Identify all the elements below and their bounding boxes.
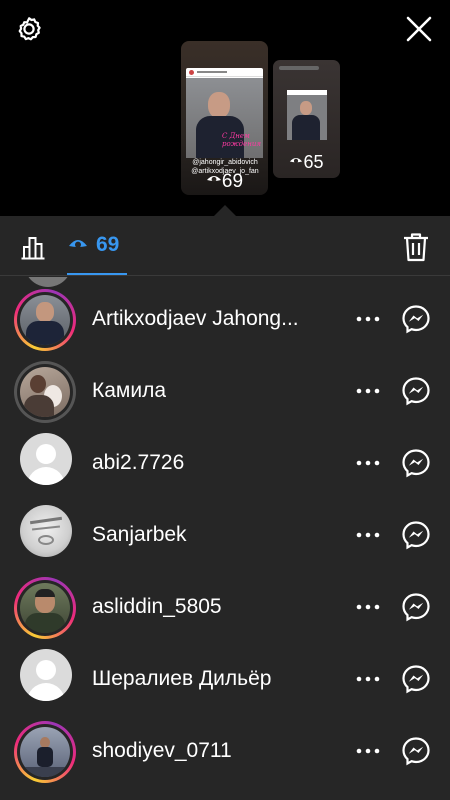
viewer-username[interactable]: Artikxodjaev Jahong... bbox=[92, 283, 299, 355]
viewer-row[interactable]: asliddin_5805 bbox=[0, 571, 450, 643]
more-icon[interactable] bbox=[355, 384, 381, 398]
sheet-tabs: 69 bbox=[0, 216, 450, 276]
story-photo: С Днем рождения bbox=[186, 78, 263, 158]
stories-strip: С Днем рождения @jahongir_abidovich @art… bbox=[0, 0, 450, 216]
default-avatar[interactable] bbox=[20, 649, 72, 701]
more-icon[interactable] bbox=[355, 744, 381, 758]
avatar[interactable] bbox=[20, 367, 70, 417]
insights-icon[interactable] bbox=[20, 234, 46, 260]
more-icon[interactable] bbox=[355, 528, 381, 542]
viewer-username[interactable]: Sanjarbek bbox=[92, 499, 187, 571]
viewer-row[interactable]: Камила bbox=[0, 355, 450, 427]
viewer-username[interactable]: asliddin_5805 bbox=[92, 571, 222, 643]
viewer-username[interactable]: shodiyev_0711 bbox=[92, 715, 232, 787]
messenger-icon[interactable] bbox=[401, 304, 431, 334]
viewer-username[interactable]: abi2.7726 bbox=[92, 427, 184, 499]
viewers-sheet: 69 Artikxodjaev Jahong... Камила abi2.77… bbox=[0, 216, 450, 800]
viewers-list[interactable]: Artikxodjaev Jahong... Камила abi2.7726 … bbox=[0, 277, 450, 800]
viewer-row[interactable]: shodiyev_0711 bbox=[0, 715, 450, 787]
viewer-username[interactable]: Шералиев Дильёр bbox=[92, 643, 271, 715]
messenger-icon[interactable] bbox=[401, 520, 431, 550]
messenger-icon[interactable] bbox=[401, 664, 431, 694]
eye-icon bbox=[206, 176, 221, 182]
story-overlay-text: С Днем рождения bbox=[222, 132, 261, 148]
gear-icon[interactable] bbox=[14, 14, 44, 44]
viewer-username[interactable]: Камила bbox=[92, 355, 166, 427]
viewer-row[interactable]: abi2.7726 bbox=[0, 427, 450, 499]
trash-icon[interactable] bbox=[402, 232, 430, 262]
more-icon[interactable] bbox=[355, 312, 381, 326]
more-icon[interactable] bbox=[355, 456, 381, 470]
messenger-icon[interactable] bbox=[401, 376, 431, 406]
story-view-count-next: 65 bbox=[273, 152, 340, 173]
viewers-count: 69 bbox=[96, 233, 120, 256]
active-tab-indicator bbox=[67, 273, 127, 275]
story-card: С Днем рождения bbox=[186, 68, 263, 158]
avatar[interactable] bbox=[20, 727, 70, 777]
more-icon[interactable] bbox=[355, 600, 381, 614]
story-card-small bbox=[287, 90, 327, 140]
eye-icon bbox=[290, 158, 303, 163]
eye-icon bbox=[69, 240, 87, 248]
story-ring bbox=[14, 289, 76, 351]
story-caption-line1: @jahongir_abidovich bbox=[192, 159, 258, 166]
story-ring bbox=[14, 577, 76, 639]
story-ring-seen bbox=[14, 361, 76, 423]
story-thumbnail-next[interactable]: 65 bbox=[273, 60, 340, 178]
close-icon[interactable] bbox=[404, 14, 434, 44]
avatar[interactable] bbox=[20, 295, 70, 345]
selection-pointer bbox=[214, 205, 236, 216]
story-ring bbox=[14, 721, 76, 783]
viewer-row[interactable]: Sanjarbek bbox=[0, 499, 450, 571]
avatar[interactable] bbox=[20, 505, 72, 557]
viewer-row[interactable]: Шералиев Дильёр bbox=[0, 643, 450, 715]
more-icon[interactable] bbox=[355, 672, 381, 686]
default-avatar[interactable] bbox=[20, 433, 72, 485]
messenger-icon[interactable] bbox=[401, 592, 431, 622]
viewer-row[interactable]: Artikxodjaev Jahong... bbox=[0, 283, 450, 355]
story-thumbnail-current[interactable]: С Днем рождения @jahongir_abidovich @art… bbox=[181, 41, 268, 195]
tab-viewers[interactable]: 69 bbox=[68, 216, 119, 274]
messenger-icon[interactable] bbox=[401, 736, 431, 766]
messenger-icon[interactable] bbox=[401, 448, 431, 478]
story-view-count: 69 bbox=[181, 171, 268, 193]
avatar[interactable] bbox=[20, 583, 70, 633]
